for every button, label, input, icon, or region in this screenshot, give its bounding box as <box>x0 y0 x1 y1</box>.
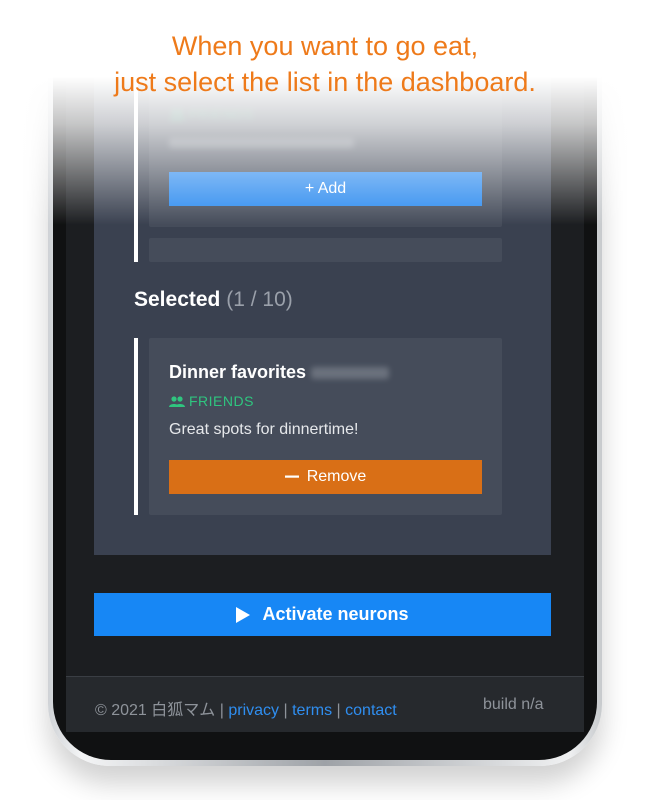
build-info: build n/a <box>483 696 544 713</box>
caption: When you want to go eat, just select the… <box>0 28 650 100</box>
footer-separator: | <box>219 702 224 719</box>
add-button[interactable]: + Add <box>169 172 482 206</box>
selected-card-title: Dinner favorites <box>169 362 390 383</box>
copyright: © 2021 白狐マム <box>95 702 216 719</box>
top-card-description-blur <box>169 138 354 148</box>
selected-accent-bar <box>134 338 138 515</box>
selected-card-title-text: Dinner favorites <box>169 362 307 382</box>
top-card-tag-label: FRIENDS <box>189 106 254 122</box>
selected-card-tag-label: FRIENDS <box>189 393 254 409</box>
play-icon <box>236 606 251 623</box>
footer-separator: | <box>283 702 288 719</box>
activate-label: Activate neurons <box>262 604 409 624</box>
privacy-link[interactable]: privacy <box>228 702 279 719</box>
selected-card-description: Great spots for dinnertime! <box>169 421 359 438</box>
selected-heading: Selected (1 / 10) <box>134 288 293 312</box>
footer-left: © 2021 白狐マム | privacy | terms | contact <box>95 696 397 720</box>
footer-separator: | <box>336 702 341 719</box>
group-icon <box>169 396 185 407</box>
selected-card-owner-blur <box>311 367 390 380</box>
selected-count: (1 / 10) <box>226 288 293 311</box>
selected-title: Selected <box>134 288 221 311</box>
top-card-friends-tag: FRIENDS <box>169 106 254 122</box>
activate-neurons-button[interactable]: Activate neurons <box>94 593 551 636</box>
remove-button[interactable]: Remove <box>169 460 482 494</box>
list-card-next <box>149 238 502 262</box>
terms-link[interactable]: terms <box>292 702 332 719</box>
group-icon <box>169 109 185 120</box>
caption-line-2: just select the list in the dashboard. <box>114 67 536 97</box>
contact-link[interactable]: contact <box>345 702 397 719</box>
minus-icon <box>284 475 299 478</box>
selected-card-friends-tag: FRIENDS <box>169 393 254 409</box>
add-button-label: + Add <box>304 180 347 197</box>
remove-button-label: Remove <box>306 468 367 485</box>
caption-line-1: When you want to go eat, <box>171 31 479 61</box>
